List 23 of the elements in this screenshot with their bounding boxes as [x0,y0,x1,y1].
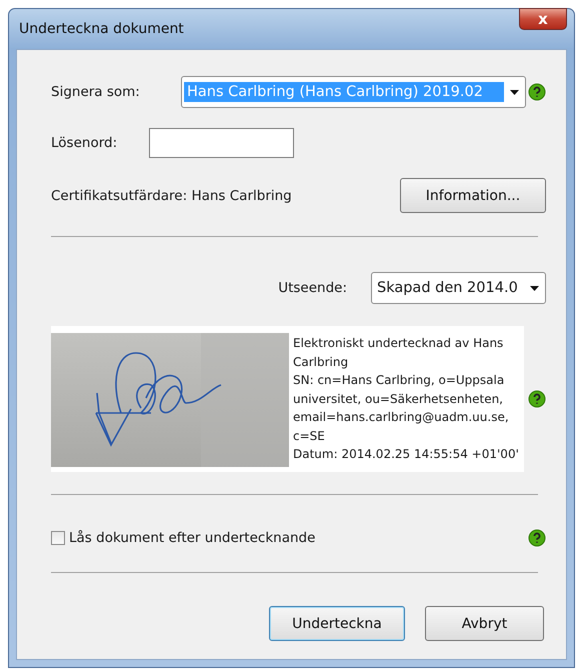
help-icon[interactable] [528,83,546,101]
password-label: Lösenord: [51,135,118,151]
appearance-label: Utseende: [278,280,347,296]
cancel-button[interactable]: Avbryt [425,606,544,641]
signature-text: SN: cn=Hans Carlbring, o=Uppsala universitet, ou=Säkerhetsenheten, email=hans.carlbring@uadm.uu.se, c=SE [293,372,510,445]
caret-icon [510,90,519,94]
information-button[interactable]: Information... [400,178,546,213]
sign-as-label: Signera som: [51,84,141,100]
close-button[interactable]: x [519,8,567,30]
signature-text: Elektroniskt undertecknad av Hans Carlbring [293,334,504,371]
signature-text: Datum: 2014.02.25 14:55:54 +01'00' [293,446,520,464]
sign-button[interactable]: Underteckna [269,606,405,641]
password-field[interactable] [149,128,294,158]
appearance-value: Skapad den 2014.0 [376,279,519,298]
appearance-dropdown[interactable]: Skapad den 2014.0 [371,272,546,304]
lock-checkbox[interactable] [51,531,65,545]
certificate-value: Hans Carlbring (Hans Carlbring) 2019.02 [184,82,504,102]
issuer-text: Certifikatsutfärdare: Hans Carlbring [51,188,292,204]
window-title: Underteckna dokument [18,21,184,37]
help-icon[interactable] [528,390,546,408]
help-icon[interactable] [528,529,546,547]
caret-icon [530,286,539,290]
lock-label[interactable]: Lås dokument efter undertecknande [69,530,316,546]
